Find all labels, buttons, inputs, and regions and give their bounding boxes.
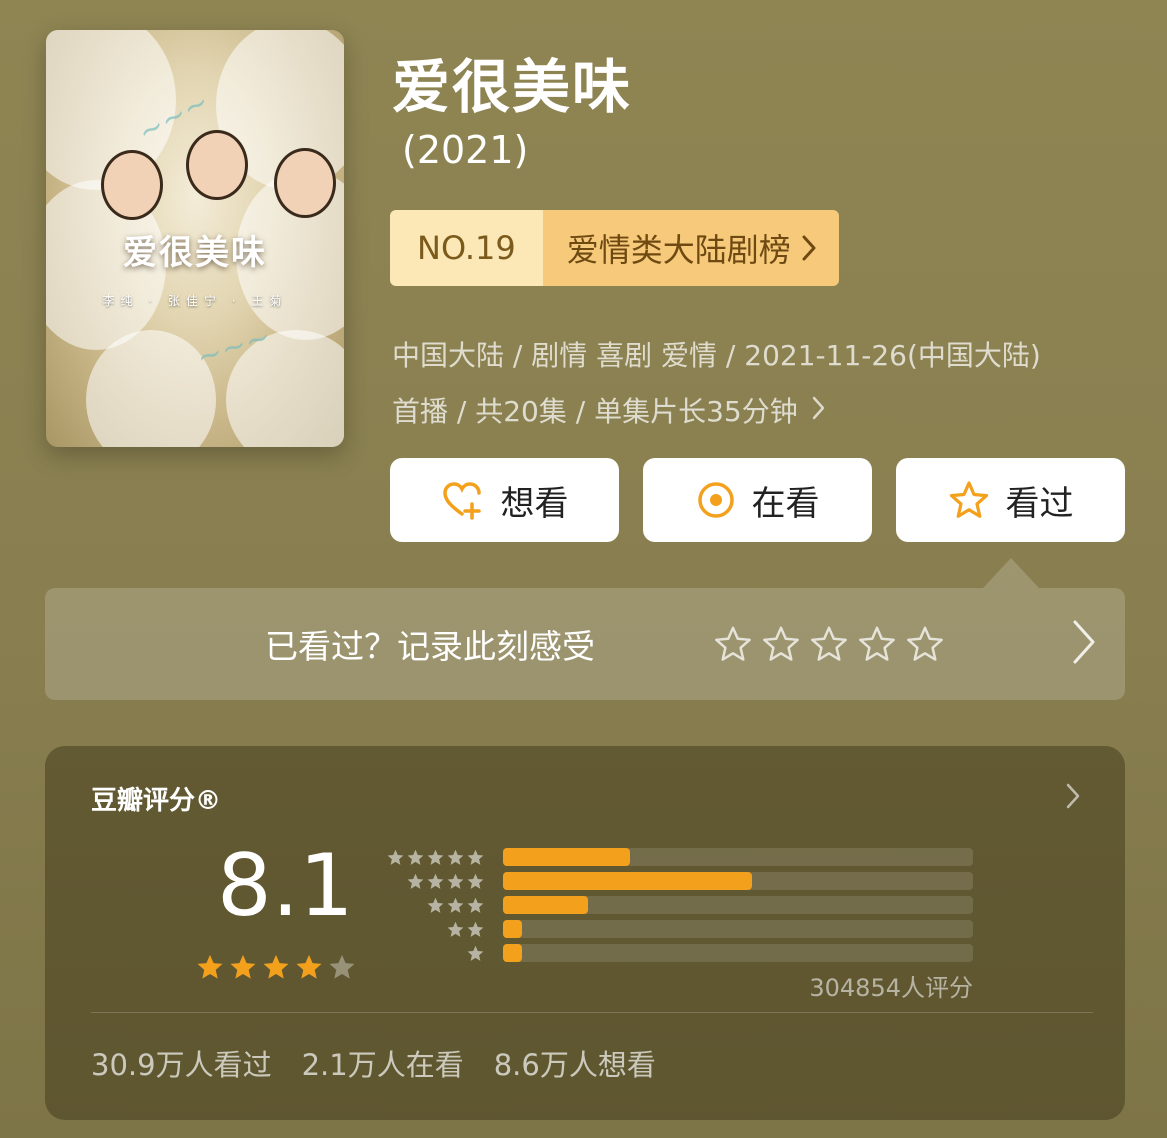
meta-line-2: 首播 / 共20集 / 单集片长35分钟 [392, 384, 1132, 440]
mini-star-icon [447, 921, 464, 937]
mini-star-icon [427, 897, 444, 913]
distribution-track [503, 896, 973, 914]
star-filled-icon [197, 954, 223, 979]
distribution-bar [503, 872, 753, 890]
bubble-pointer [983, 558, 1039, 588]
mini-star-icon [447, 897, 464, 913]
meta-line-1: 中国大陆 / 剧情 喜剧 爱情 / 2021-11-26(中国大陆) [392, 339, 1041, 372]
star-filled-icon [263, 954, 289, 979]
star-outline-icon [949, 481, 988, 518]
record-feeling-bar[interactable]: 已看过？记录此刻感受 [45, 588, 1125, 700]
watched-label: 看过 [1005, 483, 1074, 524]
star-filled-icon [230, 954, 256, 979]
mini-star-icon [467, 873, 484, 889]
poster-cast: 李纯 · 张佳宁 · 王菊 [102, 294, 288, 308]
mini-star-icon [427, 849, 444, 865]
star-outline-icon[interactable] [809, 624, 849, 664]
mini-star-icon [467, 945, 484, 961]
chevron-right-icon [802, 235, 816, 261]
rank-number: NO.19 [390, 210, 543, 286]
distribution-row-2-stars [385, 920, 973, 938]
release-year: (2021) [402, 128, 529, 172]
want-count[interactable]: 8.6万人想看 [494, 1042, 656, 1084]
chevron-right-icon[interactable] [1065, 782, 1081, 810]
star-outline-icon[interactable] [857, 624, 897, 664]
target-icon [697, 482, 734, 518]
mini-star-icon [467, 897, 484, 913]
want-to-watch-button[interactable]: 想看 [390, 458, 619, 542]
show-meta[interactable]: 中国大陆 / 剧情 喜剧 爱情 / 2021-11-26(中国大陆) 首播 / … [392, 328, 1132, 440]
distribution-bar [503, 896, 588, 914]
watching-count[interactable]: 2.1万人在看 [302, 1042, 464, 1084]
rating-score: 8.1 [217, 836, 354, 936]
chevron-right-icon [1073, 620, 1095, 664]
mini-star-icon [447, 849, 464, 865]
page-title: 爱很美味 [392, 53, 633, 121]
audience-stats: 30.9万人看过 2.1万人在看 8.6万人想看 [91, 1042, 656, 1084]
distribution-row-1-star [385, 944, 973, 962]
record-feeling-label: 已看过？记录此刻感受 [265, 627, 595, 666]
divider [91, 1012, 1093, 1013]
distribution-track [503, 920, 973, 938]
star-empty-icon [329, 954, 355, 979]
rating-title: 豆瓣评分® [91, 786, 222, 816]
distribution-row-4-stars [385, 872, 973, 890]
rank-list-label: 爱情类大陆剧榜 [566, 231, 791, 269]
mini-star-icon [407, 849, 424, 865]
two-stars-icon [446, 920, 485, 939]
watched-button[interactable]: 看过 [896, 458, 1125, 542]
mini-star-icon [467, 921, 484, 937]
star-outline-icon[interactable] [905, 624, 945, 664]
watched-count[interactable]: 30.9万人看过 [91, 1042, 272, 1084]
one-star-icon [466, 944, 485, 963]
poster-title: 爱很美味 [123, 233, 267, 273]
distribution-row-5-stars [385, 848, 973, 866]
rank-list-link[interactable]: 爱情类大陆剧榜 [542, 210, 839, 286]
mini-star-icon [467, 849, 484, 865]
douban-rating-card[interactable]: 豆瓣评分® 8.1 304854人评分 30.9万人看过 2.1万人在看 8.6… [45, 746, 1125, 1120]
distribution-row-3-stars [385, 896, 973, 914]
rating-count: 304854人评分 [809, 974, 973, 1002]
mini-star-icon [387, 849, 404, 865]
three-stars-icon [426, 896, 485, 915]
want-to-watch-label: 想看 [500, 483, 569, 524]
distribution-bar [503, 848, 630, 866]
rating-star-input[interactable] [713, 624, 945, 664]
chevron-right-icon [812, 396, 824, 420]
action-buttons: 想看 在看 看过 [390, 458, 1125, 542]
star-filled-icon [296, 954, 322, 979]
distribution-track [503, 848, 973, 866]
ranking-badge[interactable]: NO.19 爱情类大陆剧榜 [390, 210, 839, 286]
distribution-bar [503, 920, 522, 938]
distribution-track [503, 872, 973, 890]
poster-image[interactable]: ~~~ ~~~ 爱很美味 李纯 · 张佳宁 · 王菊 [46, 30, 344, 447]
distribution-bar [503, 944, 522, 962]
watching-button[interactable]: 在看 [643, 458, 872, 542]
mini-star-icon [447, 873, 464, 889]
mini-star-icon [407, 873, 424, 889]
star-outline-icon[interactable] [761, 624, 801, 664]
distribution-track [503, 944, 973, 962]
star-outline-icon[interactable] [713, 624, 753, 664]
mini-star-icon [427, 873, 444, 889]
four-stars-icon [406, 872, 485, 891]
score-stars [195, 952, 357, 982]
five-stars-icon [386, 848, 485, 867]
watching-label: 在看 [751, 483, 820, 524]
heart-plus-icon [442, 482, 481, 520]
